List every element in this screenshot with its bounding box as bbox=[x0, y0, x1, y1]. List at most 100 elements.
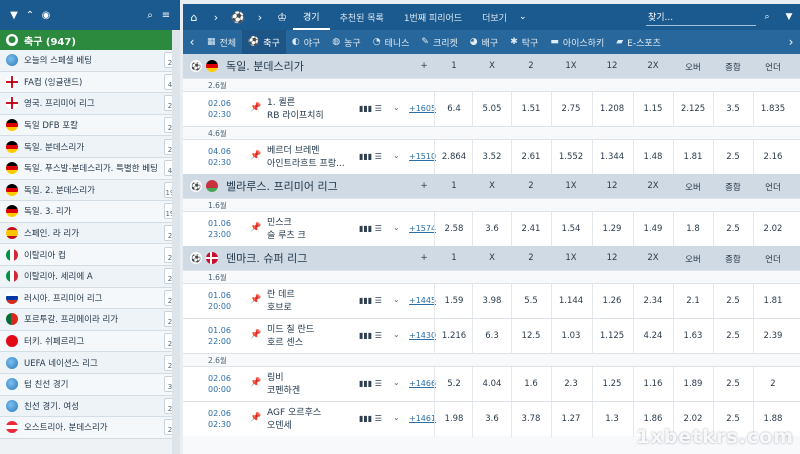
chevron-down-icon[interactable]: ⌄ bbox=[393, 103, 400, 112]
nav-tab[interactable]: 더보기 bbox=[472, 4, 517, 30]
odds-cell[interactable]: 1.86 bbox=[635, 414, 671, 424]
odds-cell[interactable]: 3.98 bbox=[474, 296, 510, 306]
odds-cell[interactable]: 1.51 bbox=[513, 104, 549, 114]
odds-cell[interactable]: 2.02 bbox=[675, 414, 711, 424]
odds-cell[interactable]: 5.05 bbox=[474, 104, 510, 114]
odds-cell[interactable]: 2.125 bbox=[675, 104, 711, 114]
match-teams[interactable]: 베르더 브레멘 아인트라흐트 프랑... bbox=[267, 145, 359, 171]
match-row[interactable]: 04.06 02:30 📌 베르더 브레멘 아인트라흐트 프랑... ▮▮▮ ☰ ⌄ +151… bbox=[183, 139, 800, 175]
search-input[interactable]: 찾기... bbox=[646, 8, 756, 26]
sidebar-league-item[interactable]: 포르투갈. 프리메이라 리가 2 bbox=[0, 309, 180, 331]
pin-icon[interactable]: 📌 bbox=[250, 330, 261, 340]
odds-cell[interactable]: 12.5 bbox=[513, 331, 549, 341]
match-teams[interactable]: 1. 퀼른 RB 라이프치히 bbox=[267, 97, 359, 123]
odds-cell[interactable]: 2.5 bbox=[715, 414, 751, 424]
pin-icon[interactable]: ▼ bbox=[6, 10, 22, 21]
soccer-ball-icon[interactable]: ⚽ bbox=[227, 11, 249, 24]
odds-cell[interactable]: 4.24 bbox=[635, 331, 671, 341]
odds-cell[interactable]: 2.3 bbox=[553, 379, 589, 389]
sidebar-scrollbar[interactable] bbox=[172, 30, 180, 454]
odds-cell[interactable]: 3.6 bbox=[474, 224, 510, 234]
pin-icon[interactable]: 📌 bbox=[250, 151, 261, 161]
sidebar-league-item[interactable]: 이탈리아 컵2 bbox=[0, 244, 180, 266]
trophy-icon[interactable]: ♔ bbox=[271, 11, 293, 24]
odds-cell[interactable]: 1.6 bbox=[513, 379, 549, 389]
more-markets-link[interactable]: +1461 bbox=[409, 414, 436, 423]
odds-cell[interactable]: 5.5 bbox=[513, 296, 549, 306]
chevron-down-icon[interactable]: ⌄ bbox=[393, 413, 400, 422]
match-teams[interactable]: 링비 코펜하겐 bbox=[267, 372, 359, 398]
odds-cell[interactable]: 1.835 bbox=[755, 104, 791, 114]
odds-cell[interactable]: 2.864 bbox=[436, 152, 472, 162]
sidebar-league-item[interactable]: 독일. 3. 리가 19 bbox=[0, 201, 180, 223]
odds-cell[interactable]: 1.63 bbox=[675, 331, 711, 341]
odds-cell[interactable]: 1.125 bbox=[594, 331, 630, 341]
sidebar-league-item[interactable]: 러시아. 프리미어 리그 2 bbox=[0, 287, 180, 310]
odds-cell[interactable]: 3.52 bbox=[474, 152, 510, 162]
sport-tab[interactable]: ◐ 야구 bbox=[286, 30, 326, 54]
chevron-left-icon[interactable]: ‹ bbox=[183, 35, 201, 49]
match-teams[interactable]: 민스크 슬 루츠 크 bbox=[267, 217, 359, 243]
more-markets-link[interactable]: +1466 bbox=[409, 379, 436, 388]
odds-cell[interactable]: 1.15 bbox=[635, 104, 671, 114]
pin-icon[interactable]: 📌 bbox=[250, 223, 261, 233]
sidebar-league-item[interactable]: 영국. 프리미어 리그 2 bbox=[0, 93, 180, 115]
sidebar-league-item[interactable]: 텀 친선 경기 3 bbox=[0, 373, 180, 396]
home-icon[interactable]: ⌂ bbox=[183, 11, 205, 24]
more-markets-link[interactable]: +1510 bbox=[409, 152, 436, 161]
sidebar-league-item[interactable]: UEFA 네이션스 리그 2 bbox=[0, 352, 180, 374]
more-markets-link[interactable]: +1445 bbox=[409, 296, 436, 305]
stats-icon[interactable]: ▮▮▮ ☰ bbox=[359, 379, 382, 388]
pin-icon[interactable]: 📌 bbox=[250, 103, 261, 113]
odds-cell[interactable]: 2.58 bbox=[436, 224, 472, 234]
odds-cell[interactable]: 2.61 bbox=[513, 152, 549, 162]
odds-cell[interactable]: 2.5 bbox=[715, 152, 751, 162]
stats-icon[interactable]: ▮▮▮ ☰ bbox=[359, 152, 382, 161]
odds-cell[interactable]: 2.16 bbox=[755, 152, 791, 162]
sidebar-sport-header[interactable]: ● 축구 (947) bbox=[0, 30, 180, 50]
stats-icon[interactable]: ▮▮▮ ☰ bbox=[359, 331, 382, 340]
filter-icon[interactable]: ≡ bbox=[158, 10, 174, 21]
pin-icon[interactable]: 📌 bbox=[250, 378, 261, 388]
odds-cell[interactable]: 1.81 bbox=[755, 296, 791, 306]
sport-tab[interactable]: ◔ 테니스 bbox=[367, 30, 416, 54]
stats-icon[interactable]: ▮▮▮ ☰ bbox=[359, 296, 382, 305]
more-markets-link[interactable]: +1430 bbox=[409, 331, 436, 340]
odds-cell[interactable]: 2.5 bbox=[715, 224, 751, 234]
search-icon[interactable]: ⌕ bbox=[756, 12, 778, 22]
odds-cell[interactable]: 5.2 bbox=[436, 379, 472, 389]
odds-cell[interactable]: 1.03 bbox=[553, 331, 589, 341]
sidebar-league-item[interactable]: 독일. 2. 분데스리가 19 bbox=[0, 179, 180, 202]
odds-cell[interactable]: 1.26 bbox=[594, 296, 630, 306]
league-header[interactable]: ⚽ 벨라루스. 프리미어 리그 +1 X 2 1X 12 2X 오버 종합 언더 bbox=[183, 174, 800, 198]
sport-tab[interactable]: ◍ 농구 bbox=[326, 30, 366, 54]
odds-cell[interactable]: 1.208 bbox=[594, 104, 630, 114]
nav-tab[interactable]: 경기 bbox=[293, 4, 330, 30]
odds-cell[interactable]: 1.27 bbox=[553, 414, 589, 424]
sidebar-league-item[interactable]: 독일 DFB 포칼 2 bbox=[0, 114, 180, 137]
chevron-down-icon[interactable]: ⌄ bbox=[393, 295, 400, 304]
odds-cell[interactable]: 3.5 bbox=[715, 104, 751, 114]
sidebar-league-item[interactable]: 독일. 분데스리가 2 bbox=[0, 136, 180, 158]
match-row[interactable]: 01.06 20:00 📌 란 데르 호브로 ▮▮▮ ☰ ⌄ +1445 1.59 3.98 5.5… bbox=[183, 283, 800, 319]
odds-cell[interactable]: 1.552 bbox=[553, 152, 589, 162]
odds-cell[interactable]: 3.6 bbox=[474, 414, 510, 424]
sport-tab[interactable]: ▰ E-스포츠 bbox=[610, 30, 667, 54]
sidebar-league-item[interactable]: 오늘의 스페셜 베팅 2 bbox=[0, 50, 180, 72]
match-row[interactable]: 02.06 00:00 📌 링비 코펜하겐 ▮▮▮ ☰ ⌄ +1466 5.2 4.04 1.6 2.… bbox=[183, 366, 800, 402]
odds-cell[interactable]: 1.48 bbox=[635, 152, 671, 162]
nav-tab[interactable]: 1번째 피리어드 bbox=[394, 4, 472, 30]
sport-tab[interactable]: ⚽ 축구 bbox=[242, 30, 286, 54]
odds-cell[interactable]: 1.59 bbox=[436, 296, 472, 306]
odds-cell[interactable]: 1.88 bbox=[755, 414, 791, 424]
league-header[interactable]: ⚽ 독일. 분데스리가 +1 X 2 1X 12 2X 오버 종합 언더 bbox=[183, 54, 800, 78]
match-row[interactable]: 02.06 02:30 📌 1. 퀼른 RB 라이프치히 ▮▮▮ ☰ ⌄ +1605 6.4 5.… bbox=[183, 91, 800, 127]
match-teams[interactable]: AGF 오르후스 오덴세 bbox=[267, 407, 359, 433]
odds-cell[interactable]: 2 bbox=[755, 379, 791, 389]
odds-cell[interactable]: 1.81 bbox=[675, 152, 711, 162]
more-markets-link[interactable]: +1574 bbox=[409, 224, 436, 233]
odds-cell[interactable]: 6.4 bbox=[436, 104, 472, 114]
sport-tab[interactable]: ◕ 배구 bbox=[464, 30, 504, 54]
chevron-down-icon[interactable]: ⌄ bbox=[393, 330, 400, 339]
odds-cell[interactable]: 3.78 bbox=[513, 414, 549, 424]
